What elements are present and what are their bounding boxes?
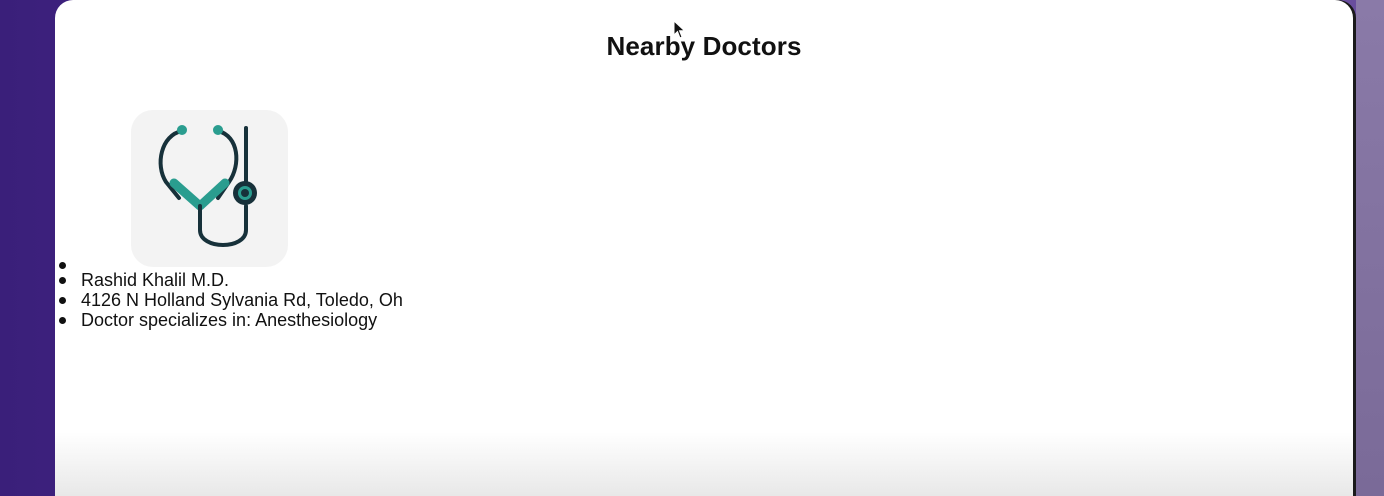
list-bullet: [59, 277, 66, 284]
list-bullet: [59, 262, 66, 269]
page-title: Nearby Doctors: [606, 31, 802, 61]
list-bullet: [59, 297, 66, 304]
doctor-list: Rashid Khalil M.D. 4126 N Holland Sylvan…: [59, 110, 403, 330]
browser-window: Nearby Doctors Rashid Khalil M.D. 4126 N…: [55, 0, 1353, 496]
stethoscope-icon: [131, 110, 288, 267]
mouse-cursor-icon: [673, 20, 686, 39]
desktop-edge: [1356, 0, 1384, 496]
list-bullet: [59, 317, 66, 324]
doctor-specialty-text: Doctor specializes in: Anesthesiology: [81, 310, 378, 330]
doctor-address-text: 4126 N Holland Sylvania Rd, Toledo, Oh: [81, 290, 403, 310]
doctor-name-text: Rashid Khalil M.D.: [81, 270, 230, 290]
doctor-image-item: [59, 110, 403, 270]
doctor-name: Rashid Khalil M.D.: [59, 270, 403, 290]
doctor-specialty: Doctor specializes in: Anesthesiology: [59, 310, 403, 330]
doctor-address: 4126 N Holland Sylvania Rd, Toledo, Oh: [59, 290, 403, 310]
